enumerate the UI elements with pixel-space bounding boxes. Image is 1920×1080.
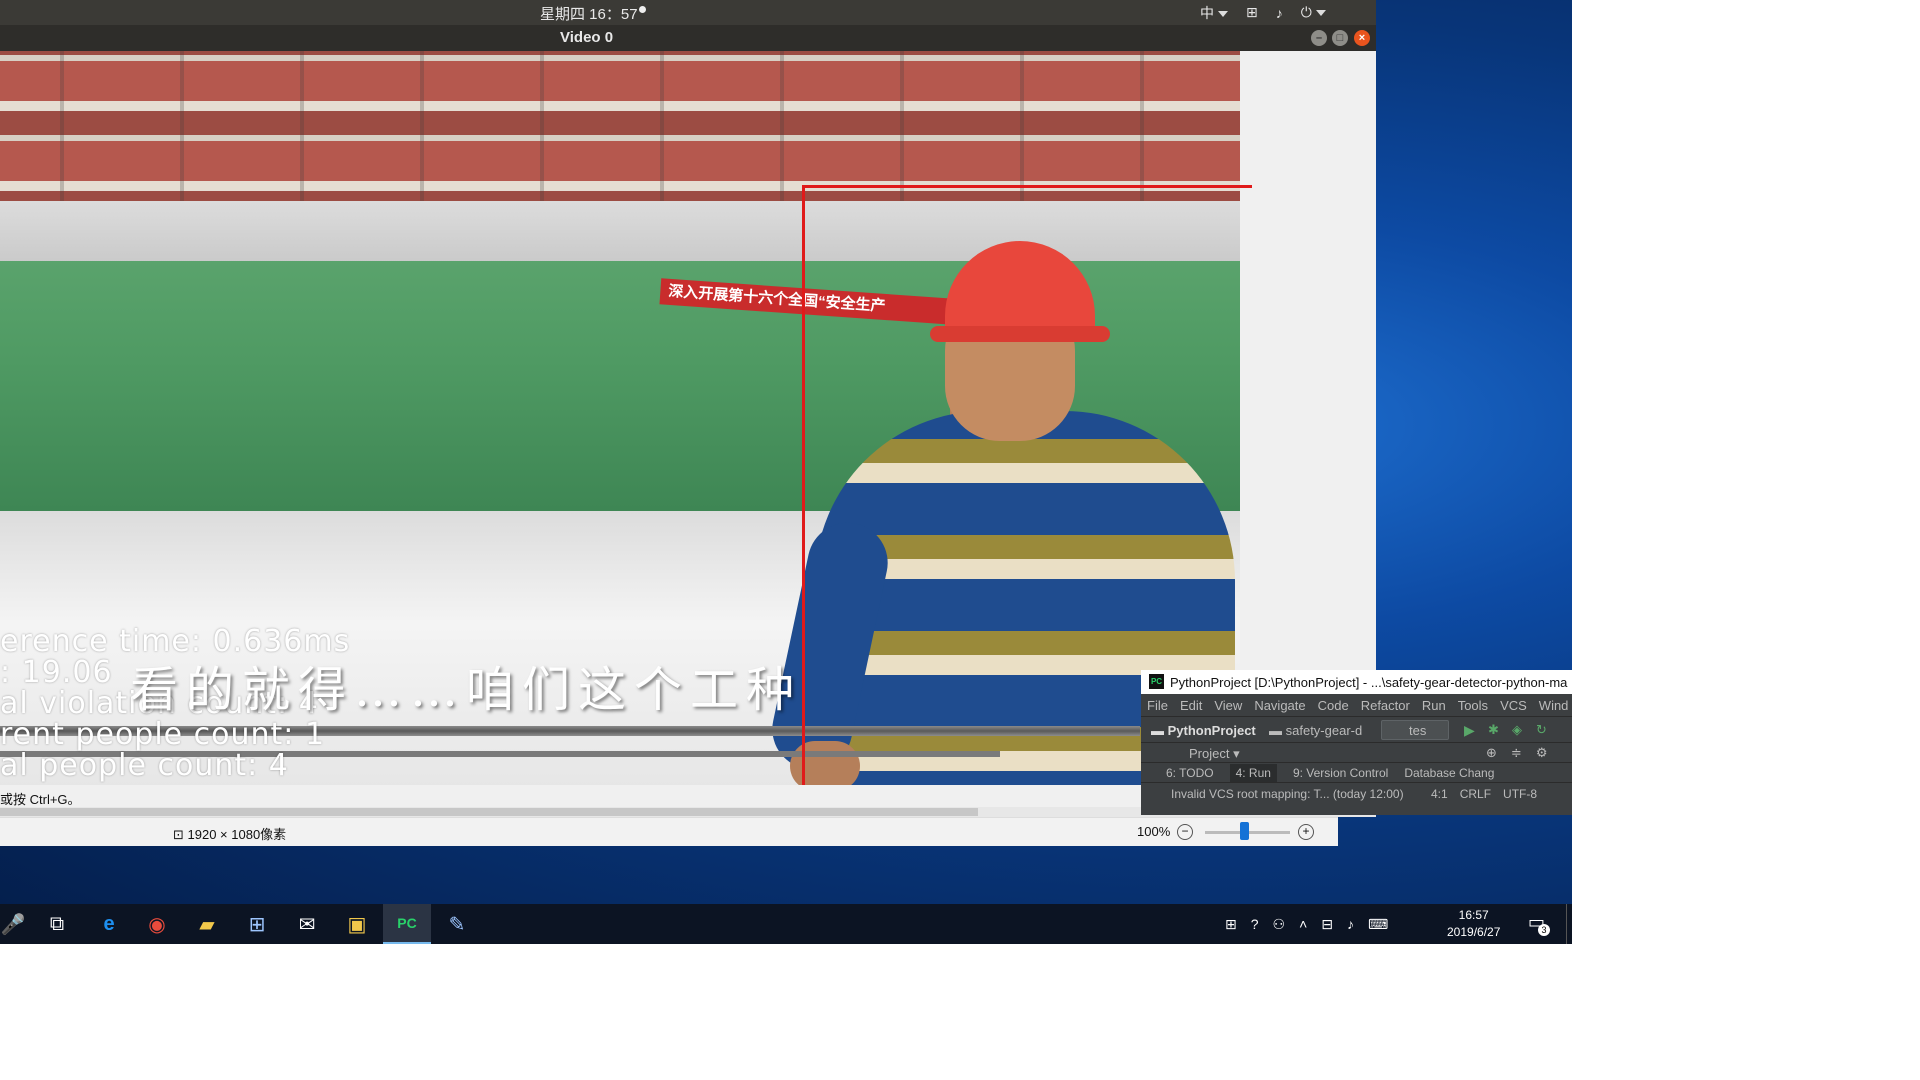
chevron-up-icon[interactable]: ˄ bbox=[1299, 916, 1307, 932]
tab-database-changes[interactable]: Database Chang bbox=[1404, 766, 1494, 780]
coverage-icon[interactable]: ◈ bbox=[1512, 722, 1522, 738]
menu-refactor[interactable]: Refactor bbox=[1361, 698, 1410, 713]
pycharm-window: PC PythonProject [D:\PythonProject] - ..… bbox=[1141, 670, 1572, 815]
pycharm-title: PythonProject [D:\PythonProject] - ...\s… bbox=[1170, 675, 1568, 690]
scrollbar-thumb[interactable] bbox=[0, 808, 978, 816]
collapse-icon[interactable]: ≑ bbox=[1511, 745, 1522, 761]
video-window-titlebar: Video 0 – □ × bbox=[0, 25, 1376, 51]
pycharm-navbar: ▬ PythonProject ▬ safety-gear-d tes ▶ ✱ … bbox=[1141, 716, 1572, 743]
clock-time: 16:57 bbox=[1458, 908, 1489, 922]
menu-view[interactable]: View bbox=[1214, 698, 1242, 713]
show-desktop-button[interactable] bbox=[1566, 904, 1573, 944]
video-subtitle: 看的就得……咱们这个工种 bbox=[130, 662, 803, 718]
minimize-button[interactable]: – bbox=[1311, 30, 1327, 46]
line-separator[interactable]: CRLF bbox=[1460, 787, 1491, 801]
zoom-in-button[interactable]: + bbox=[1298, 824, 1314, 840]
zoom-level: 100% bbox=[1137, 824, 1171, 839]
dimensions-text: 1920 × 1080像素 bbox=[187, 827, 287, 842]
tab-todo[interactable]: 6: TODO bbox=[1166, 766, 1214, 780]
help-icon[interactable]: ? bbox=[1251, 916, 1259, 932]
input-method-indicator[interactable]: 中 bbox=[1200, 3, 1228, 23]
breadcrumb-project-label: PythonProject bbox=[1167, 723, 1256, 738]
file-explorer-icon[interactable]: ▰ bbox=[183, 904, 231, 944]
breadcrumb-folder[interactable]: ▬ safety-gear-d bbox=[1269, 723, 1362, 738]
locate-icon[interactable]: ⊕ bbox=[1486, 745, 1497, 761]
debug-icon[interactable]: ✱ bbox=[1488, 722, 1499, 738]
status-message[interactable]: Invalid VCS root mapping: T... (today 12… bbox=[1171, 787, 1404, 801]
breadcrumb-project[interactable]: ▬ PythonProject bbox=[1151, 723, 1256, 738]
windows-taskbar: 🎤 ⧉ e ◉ ▰ ⊞ ✉ ▣ PC ✎ ⊞ ? ⚇ ˄ ⊟ ♪ ⌨ 16:57… bbox=[0, 904, 1572, 944]
menu-run[interactable]: Run bbox=[1422, 698, 1446, 713]
volume-icon[interactable]: ♪ bbox=[1276, 5, 1283, 21]
notification-count-badge: 3 bbox=[1538, 924, 1550, 936]
chevron-down-icon bbox=[1218, 10, 1228, 17]
overlay-fps: : 19.06 bbox=[0, 655, 113, 690]
hint-text: 或按 Ctrl+G。 bbox=[0, 792, 81, 807]
maximize-button[interactable]: □ bbox=[1332, 30, 1348, 46]
status-right: 4:1 CRLF UTF-8 bbox=[1431, 787, 1537, 801]
clock-date: 2019/6/27 bbox=[1447, 925, 1501, 939]
overlay-total-people-count: al people count: 4 bbox=[0, 748, 289, 783]
profile-icon[interactable]: ↻ bbox=[1536, 722, 1547, 738]
ubuntu-top-bar: 星期四 16：57 中 ⊞ ♪ ⏻ bbox=[0, 0, 1376, 25]
chevron-down-icon bbox=[1315, 10, 1326, 17]
system-tray-ubuntu: 中 ⊞ ♪ ⏻ bbox=[1200, 0, 1326, 25]
system-tray: ⊞ ? ⚇ ˄ ⊟ ♪ ⌨ bbox=[1225, 904, 1388, 944]
window-title: Video 0 bbox=[560, 29, 614, 46]
mic-icon[interactable]: 🎤 bbox=[0, 904, 26, 944]
chrome-icon[interactable]: ◉ bbox=[133, 904, 181, 944]
paint-icon[interactable]: ✎ bbox=[433, 904, 481, 944]
sticky-app-icon[interactable]: ▣ bbox=[333, 904, 381, 944]
gear-icon[interactable]: ⚙ bbox=[1536, 745, 1548, 761]
menu-window[interactable]: Wind bbox=[1539, 698, 1569, 713]
menu-tools[interactable]: Tools bbox=[1458, 698, 1488, 713]
pycharm-menubar: File Edit View Navigate Code Refactor Ru… bbox=[1141, 694, 1572, 716]
project-tool-header: Project ▾ ⊕ ≑ ⚙ bbox=[1141, 742, 1572, 763]
project-toolbar: ⊕ ≑ ⚙ bbox=[1486, 745, 1547, 761]
volume-icon[interactable]: ♪ bbox=[1347, 916, 1354, 932]
people-icon[interactable]: ⚇ bbox=[1273, 916, 1286, 933]
pycharm-status-bar: Invalid VCS root mapping: T... (today 12… bbox=[1141, 782, 1572, 805]
zoom-out-button[interactable]: − bbox=[1177, 824, 1193, 840]
file-encoding[interactable]: UTF-8 bbox=[1503, 787, 1537, 801]
viewer-status-bar: ⊡ 1920 × 1080像素 100% − + bbox=[0, 817, 1338, 846]
menu-file[interactable]: File bbox=[1147, 698, 1168, 713]
project-view-dropdown[interactable]: Project ▾ bbox=[1189, 746, 1240, 762]
close-button[interactable]: × bbox=[1354, 30, 1370, 46]
store-icon[interactable]: ⊞ bbox=[233, 904, 281, 944]
keyboard-layout-icon[interactable]: ⊞ bbox=[1225, 916, 1237, 933]
recording-dot-icon bbox=[639, 6, 646, 13]
top-bar-clock[interactable]: 星期四 16：57 bbox=[540, 3, 638, 24]
edge-icon[interactable]: e bbox=[85, 904, 133, 944]
menu-navigate[interactable]: Navigate bbox=[1254, 698, 1305, 713]
network-icon[interactable]: ⊟ bbox=[1321, 916, 1333, 933]
project-label: Project bbox=[1189, 746, 1230, 761]
tab-version-control[interactable]: 9: Version Control bbox=[1293, 766, 1388, 780]
pycharm-logo-icon: PC bbox=[1149, 674, 1164, 689]
power-icon[interactable]: ⏻ bbox=[1301, 4, 1326, 21]
task-view-icon[interactable]: ⧉ bbox=[33, 904, 81, 944]
breadcrumb-folder-label: safety-gear-d bbox=[1285, 723, 1363, 738]
run-icon[interactable]: ▶ bbox=[1464, 722, 1475, 739]
keyboard-icon[interactable]: ⌨ bbox=[1368, 916, 1388, 933]
tool-window-bar: 6: TODO 4: Run 9: Version Control Databa… bbox=[1141, 762, 1572, 783]
network-icon[interactable]: ⊞ bbox=[1246, 4, 1258, 21]
run-config-label: tes bbox=[1409, 723, 1427, 738]
mail-icon[interactable]: ✉ bbox=[283, 904, 331, 944]
overlay-current-people-count: rent people count: 1 bbox=[0, 717, 326, 752]
tab-run[interactable]: 4: Run bbox=[1229, 764, 1277, 782]
zoom-slider-thumb[interactable] bbox=[1240, 822, 1249, 840]
menu-edit[interactable]: Edit bbox=[1180, 698, 1202, 713]
input-method-label: 中 bbox=[1200, 4, 1214, 21]
cursor-position[interactable]: 4:1 bbox=[1431, 787, 1448, 801]
taskbar-clock[interactable]: 16:57 2019/6/27 bbox=[1447, 907, 1500, 941]
menu-code[interactable]: Code bbox=[1318, 698, 1349, 713]
pycharm-titlebar[interactable]: PC PythonProject [D:\PythonProject] - ..… bbox=[1141, 670, 1572, 694]
pycharm-icon[interactable]: PC bbox=[383, 904, 431, 944]
image-dimensions: ⊡ 1920 × 1080像素 bbox=[173, 827, 287, 842]
menu-vcs[interactable]: VCS bbox=[1500, 698, 1527, 713]
